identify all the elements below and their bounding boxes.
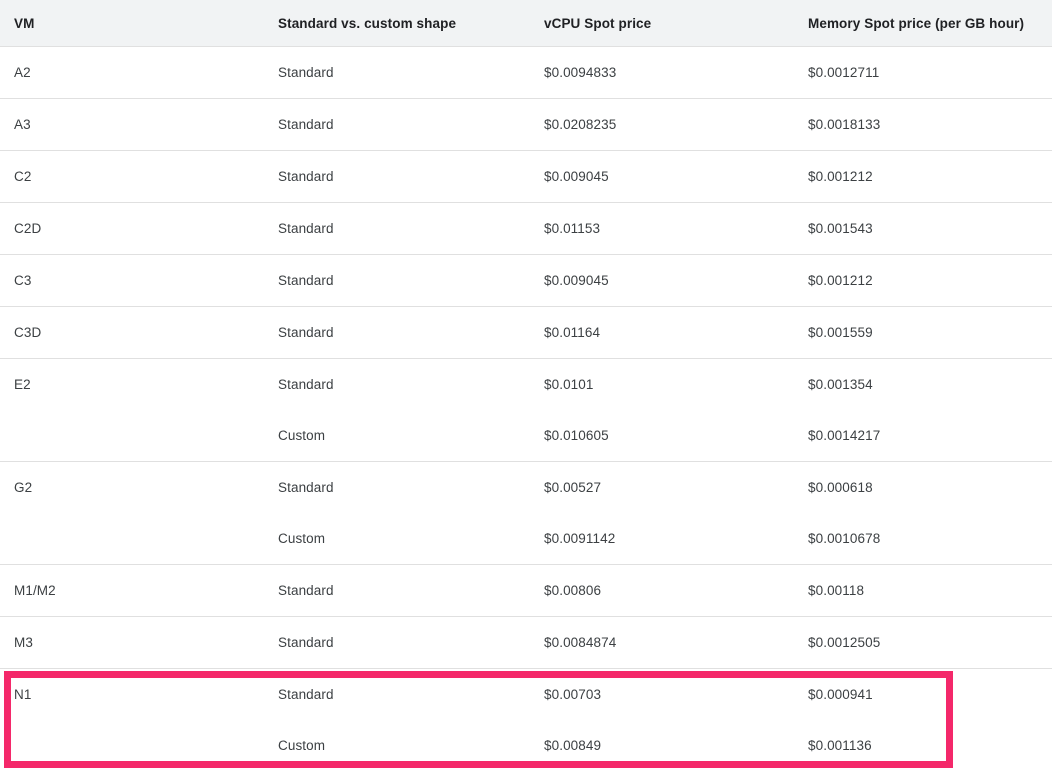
table-row: M3 Standard $0.0084874 $0.0012505: [0, 617, 1052, 669]
table-row: A3 Standard $0.0208235 $0.0018133: [0, 99, 1052, 151]
column-header-shape: Standard vs. custom shape: [264, 0, 530, 47]
table-row: M1/M2 Standard $0.00806 $0.00118: [0, 565, 1052, 617]
vm-spot-pricing-table: VM Standard vs. custom shape vCPU Spot p…: [0, 0, 1052, 771]
memory-price-cell: $0.0012711: [794, 47, 1052, 99]
vcpu-price-cell: $0.0208235: [530, 99, 794, 151]
column-header-memory-price: Memory Spot price (per GB hour): [794, 0, 1052, 47]
column-header-vm: VM: [0, 0, 264, 47]
shape-cell: Custom: [264, 720, 530, 771]
shape-cell: Standard: [264, 99, 530, 151]
vcpu-price-cell: $0.009045: [530, 151, 794, 203]
shape-cell: Standard: [264, 669, 530, 721]
memory-price-cell: $0.000941: [794, 669, 1052, 721]
vcpu-price-cell: $0.0101: [530, 359, 794, 411]
shape-cell: Standard: [264, 307, 530, 359]
table-row: C2D Standard $0.01153 $0.001543: [0, 203, 1052, 255]
vm-name: G2: [0, 462, 264, 565]
vm-name: M3: [0, 617, 264, 669]
table-row: C3D Standard $0.01164 $0.001559: [0, 307, 1052, 359]
memory-price-cell: $0.0018133: [794, 99, 1052, 151]
vm-name: A3: [0, 99, 264, 151]
vcpu-price-cell: $0.00806: [530, 565, 794, 617]
vm-name: N1: [0, 669, 264, 771]
memory-price-cell: $0.001212: [794, 255, 1052, 307]
shape-cell: Standard: [264, 203, 530, 255]
vm-name: E2: [0, 359, 264, 462]
table-row: A2 Standard $0.0094833 $0.0012711: [0, 47, 1052, 99]
table-row: C2 Standard $0.009045 $0.001212: [0, 151, 1052, 203]
table-header-row: VM Standard vs. custom shape vCPU Spot p…: [0, 0, 1052, 47]
memory-price-cell: $0.001212: [794, 151, 1052, 203]
shape-cell: Standard: [264, 255, 530, 307]
memory-price-cell: $0.001559: [794, 307, 1052, 359]
vcpu-price-cell: $0.01164: [530, 307, 794, 359]
memory-price-cell: $0.0014217: [794, 410, 1052, 462]
vm-name: C2D: [0, 203, 264, 255]
vcpu-price-cell: $0.0084874: [530, 617, 794, 669]
memory-price-cell: $0.000618: [794, 462, 1052, 514]
memory-price-cell: $0.0012505: [794, 617, 1052, 669]
memory-price-cell: $0.001136: [794, 720, 1052, 771]
memory-price-cell: $0.001543: [794, 203, 1052, 255]
table-row: C3 Standard $0.009045 $0.001212: [0, 255, 1052, 307]
vm-name: C2: [0, 151, 264, 203]
shape-cell: Custom: [264, 410, 530, 462]
vm-name: C3: [0, 255, 264, 307]
shape-cell: Standard: [264, 617, 530, 669]
shape-cell: Custom: [264, 513, 530, 565]
vm-name: C3D: [0, 307, 264, 359]
table-row-n1-standard: N1 Standard $0.00703 $0.000941: [0, 669, 1052, 721]
table-row: E2 Standard $0.0101 $0.001354: [0, 359, 1052, 411]
vcpu-price-cell: $0.0094833: [530, 47, 794, 99]
table-row: G2 Standard $0.00527 $0.000618: [0, 462, 1052, 514]
shape-cell: Standard: [264, 565, 530, 617]
vcpu-price-cell: $0.009045: [530, 255, 794, 307]
vcpu-price-cell: $0.00527: [530, 462, 794, 514]
memory-price-cell: $0.0010678: [794, 513, 1052, 565]
shape-cell: Standard: [264, 47, 530, 99]
vcpu-price-cell: $0.01153: [530, 203, 794, 255]
shape-cell: Standard: [264, 462, 530, 514]
vcpu-price-cell: $0.00703: [530, 669, 794, 721]
vcpu-price-cell: $0.00849: [530, 720, 794, 771]
vcpu-price-cell: $0.0091142: [530, 513, 794, 565]
shape-cell: Standard: [264, 359, 530, 411]
column-header-vcpu-price: vCPU Spot price: [530, 0, 794, 47]
vm-name: A2: [0, 47, 264, 99]
memory-price-cell: $0.001354: [794, 359, 1052, 411]
vm-name: M1/M2: [0, 565, 264, 617]
shape-cell: Standard: [264, 151, 530, 203]
vcpu-price-cell: $0.010605: [530, 410, 794, 462]
memory-price-cell: $0.00118: [794, 565, 1052, 617]
